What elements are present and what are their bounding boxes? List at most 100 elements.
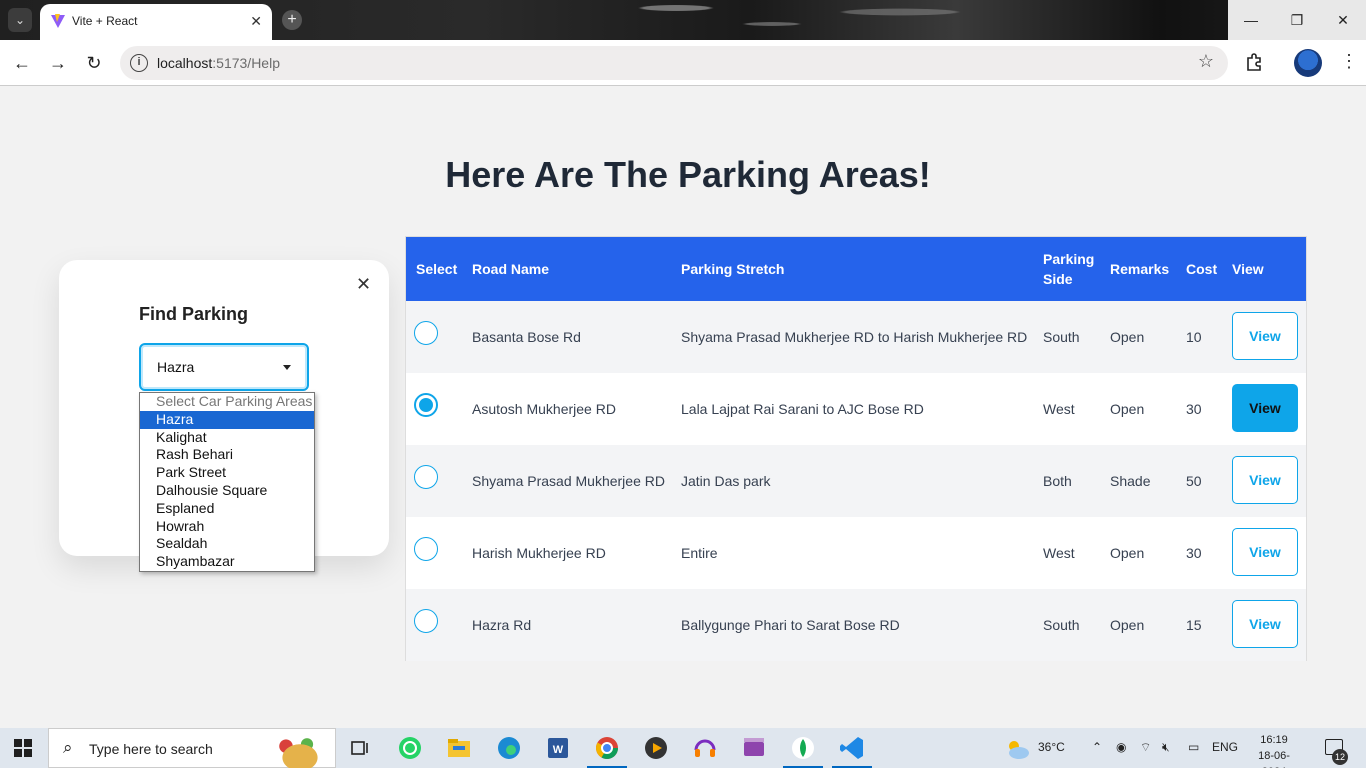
chevron-up-icon[interactable]: ⌃ [1092,740,1102,754]
reload-icon[interactable]: ↻ [82,51,106,75]
cost-cell: 30 [1186,401,1202,417]
dropdown-option[interactable]: Sealdah [140,535,314,553]
dropdown-option[interactable]: Shyambazar [140,553,314,571]
side-cell: West [1043,401,1075,417]
dropdown-option[interactable]: Hazra [140,410,314,429]
row-select-radio[interactable] [414,465,438,489]
video-editor-icon[interactable] [740,734,768,762]
edge-icon[interactable] [495,734,523,762]
header-select: Select [416,261,458,277]
road-name-cell: Shyama Prasad Mukherjee RD [472,473,665,489]
battery-icon[interactable]: ▭ [1188,740,1199,754]
row-select-radio[interactable] [414,537,438,561]
close-icon[interactable]: ✕ [356,274,371,295]
row-select-radio[interactable] [414,609,438,633]
side-cell: Both [1043,473,1072,489]
row-select-radio[interactable] [414,321,438,345]
table-row: Asutosh Mukherjee RD Lala Lajpat Rai Sar… [406,373,1306,445]
road-name-cell: Asutosh Mukherjee RD [472,401,616,417]
windows-start-icon[interactable] [14,739,32,757]
weather-temperature[interactable]: 36°C [1038,740,1065,754]
row-select-radio[interactable] [414,393,438,417]
file-explorer-icon[interactable] [445,734,473,762]
address-bar[interactable]: i localhost:5173/Help ☆ [120,46,1228,80]
new-tab-button[interactable]: + [282,10,302,30]
header-view: View [1232,261,1264,277]
header-road-name: Road Name [472,261,550,277]
view-button[interactable]: View [1232,384,1298,432]
url-text[interactable]: localhost:5173/Help [157,55,280,71]
table-row: Hazra Rd Ballygunge Phari to Sarat Bose … [406,589,1306,661]
selected-area: Hazra [157,359,195,375]
bookmark-star-icon[interactable]: ☆ [1198,51,1214,72]
header-parking-side-line2: Side [1043,271,1073,287]
table-row: Shyama Prasad Mukherjee RD Jatin Das par… [406,445,1306,517]
mongodb-compass-icon[interactable] [789,734,817,762]
header-remarks: Remarks [1110,261,1170,277]
dropdown-option[interactable]: Rash Behari [140,446,314,464]
view-button[interactable]: View [1232,528,1298,576]
view-button[interactable]: View [1232,456,1298,504]
record-icon[interactable]: ◉ [1116,740,1126,754]
header-cost: Cost [1186,261,1218,277]
site-info-icon[interactable]: i [130,54,148,72]
wifi-icon[interactable]: ⌔ [1140,740,1151,755]
weather-cloud-icon[interactable] [1004,736,1032,764]
cost-cell: 50 [1186,473,1202,489]
close-window-button[interactable]: ✕ [1320,0,1366,40]
dropdown-option[interactable]: Select Car Parking Areas [140,393,314,411]
language-indicator[interactable]: ENG [1212,740,1238,754]
stretch-cell: Entire [681,545,718,561]
view-button[interactable]: View [1232,312,1298,360]
dropdown-option[interactable]: Howrah [140,518,314,536]
remarks-cell: Open [1110,617,1145,633]
tab-title: Vite + React [72,14,138,28]
tab-strip-wallpaper [420,0,1060,40]
parking-area-select[interactable]: Hazra [139,343,309,391]
stretch-cell: Ballygunge Phari to Sarat Bose RD [681,617,900,633]
minimize-button[interactable]: — [1228,0,1274,40]
remarks-cell: Open [1110,545,1145,561]
remarks-cell: Shade [1110,473,1151,489]
notification-count-badge: 12 [1332,749,1348,765]
system-clock[interactable]: 16:19 18-06-2024 [1246,732,1302,768]
remarks-cell: Open [1110,401,1145,417]
parking-table: Select Road Name Parking Stretch Parking… [405,236,1307,661]
media-player-icon[interactable] [642,734,670,762]
find-parking-heading: Find Parking [139,304,249,324]
task-view-icon[interactable] [346,734,374,762]
forward-arrow-icon[interactable]: → [46,51,70,75]
url-path: :5173/Help [212,55,280,71]
stretch-cell: Jatin Das park [681,473,771,489]
cost-cell: 10 [1186,329,1202,345]
cost-cell: 30 [1186,545,1202,561]
parking-area-dropdown: Select Car Parking Areas Hazra Kalighat … [139,392,315,572]
dropdown-option[interactable]: Kalighat [140,429,314,447]
chrome-icon[interactable] [593,734,621,762]
audio-app-icon[interactable] [691,734,719,762]
vite-favicon-icon [51,14,65,28]
stretch-cell: Lala Lajpat Rai Sarani to AJC Bose RD [681,401,924,417]
browser-menu-icon[interactable]: ⋮ [1340,51,1358,72]
header-parking-side-line1: Parking [1043,251,1095,267]
dropdown-option[interactable]: Dalhousie Square [140,482,314,500]
taskbar-search-box[interactable]: ⌕ Type here to search [48,728,336,768]
extensions-puzzle-icon[interactable] [1244,52,1264,72]
back-arrow-icon[interactable]: ← [10,51,34,75]
whatsapp-icon[interactable] [396,734,424,762]
profile-avatar[interactable] [1294,49,1322,77]
restore-button[interactable]: ❐ [1274,0,1320,40]
search-icon: ⌕ [63,738,73,757]
tab-search-button[interactable]: ⌄ [8,8,32,32]
cost-cell: 15 [1186,617,1202,633]
stretch-cell: Shyama Prasad Mukherjee RD to Harish Muk… [681,329,1028,345]
word-icon[interactable]: W [544,734,572,762]
dropdown-option[interactable]: Esplaned [140,500,314,518]
dropdown-option[interactable]: Park Street [140,464,314,482]
browser-tab-active[interactable]: Vite + React ✕ [40,4,272,40]
tab-close-icon[interactable]: ✕ [250,13,262,30]
side-cell: South [1043,617,1080,633]
view-button[interactable]: View [1232,600,1298,648]
vscode-icon[interactable] [838,734,866,762]
speaker-muted-icon[interactable]: 🔇︎ [1162,740,1170,755]
